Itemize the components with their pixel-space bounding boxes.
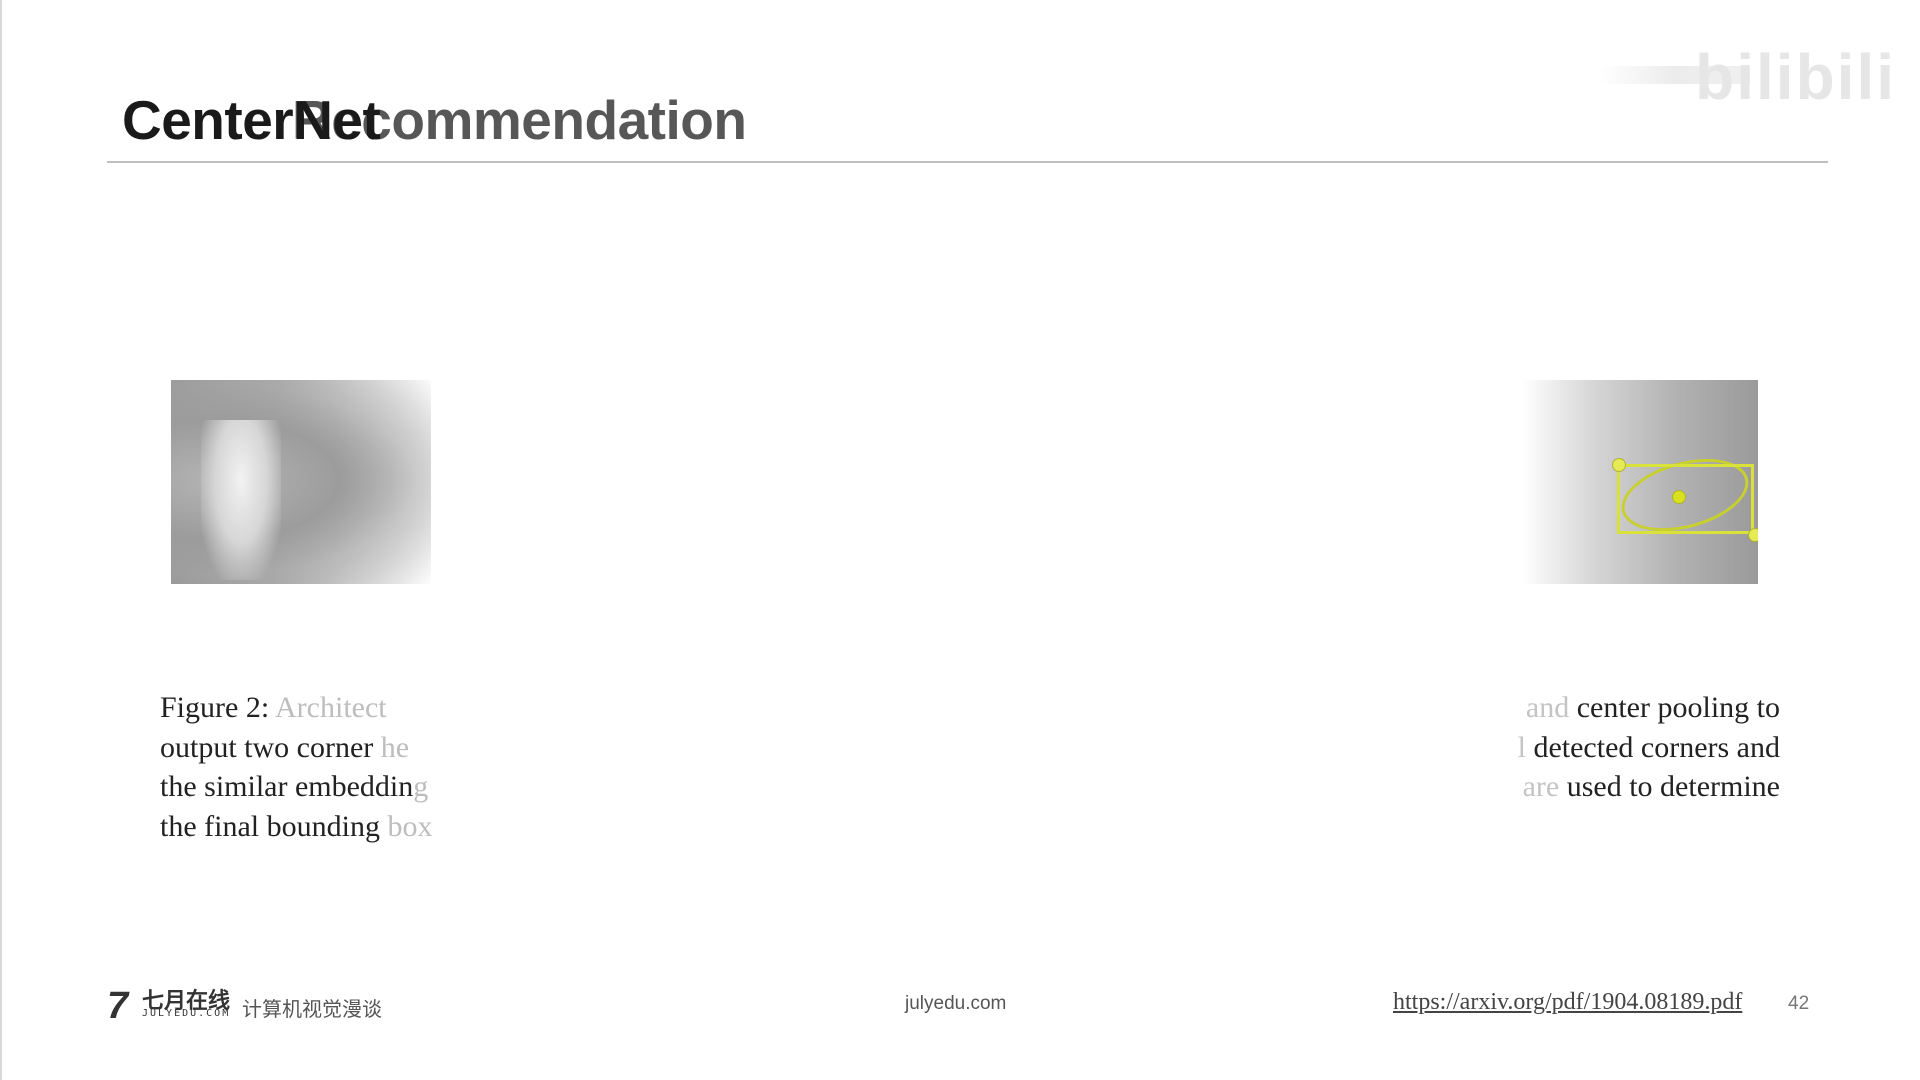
caption-line: Figure 2: Architect and center pooling t…: [160, 688, 1780, 728]
caption-line: output two corner he l detected corners …: [160, 728, 1780, 768]
paper-link[interactable]: https://arxiv.org/pdf/1904.08189.pdf: [1393, 989, 1742, 1016]
bottom-right-corner-keypoint: [1748, 528, 1758, 542]
caption-text: detected corners and: [1533, 730, 1780, 764]
footer-site-url: julyedu.com: [905, 993, 1007, 1014]
caption-text-faded: Architect: [275, 691, 387, 724]
caption-text-faded: l: [1517, 730, 1534, 764]
center-keypoint: [1672, 490, 1686, 504]
caption-text-faded: g: [413, 770, 429, 803]
figure-image-right: [1522, 380, 1758, 584]
title-text: CenterNet: [122, 89, 381, 151]
title-divider: [107, 161, 1828, 163]
course-name: 计算机视觉漫谈: [242, 997, 382, 1021]
caption-text: the similar embeddin: [160, 770, 414, 803]
caption-text: Figure 2:: [160, 691, 276, 724]
caption-text-faded: and: [1525, 691, 1577, 724]
left-border: [0, 0, 2, 1080]
logo-english-text: JULYEDU.COM: [142, 1008, 231, 1019]
logo-mark-icon: 7: [107, 985, 129, 1027]
caption-text: the final bounding: [160, 809, 388, 843]
caption-text-faded: box: [387, 809, 433, 843]
bilibili-watermark: bilibili: [1560, 40, 1900, 113]
figure-image-left: [171, 380, 431, 584]
caption-text: used to determine: [1566, 770, 1780, 803]
caption-text-faded: are: [1522, 770, 1567, 803]
caption-text: output two corner: [160, 730, 381, 764]
watermark-logo: bilibili: [1695, 41, 1896, 113]
person-photo-icon: [201, 420, 281, 580]
caption-line: the final bounding box: [160, 807, 1780, 847]
top-left-corner-keypoint: [1612, 458, 1626, 472]
caption-text: center pooling to: [1576, 691, 1780, 724]
page-number: 42: [1788, 993, 1810, 1014]
caption-text-faded: he: [380, 730, 410, 764]
caption-line: the similar embedding are used to determ…: [160, 767, 1780, 807]
figure-caption: Figure 2: Architect and center pooling t…: [160, 688, 1780, 846]
